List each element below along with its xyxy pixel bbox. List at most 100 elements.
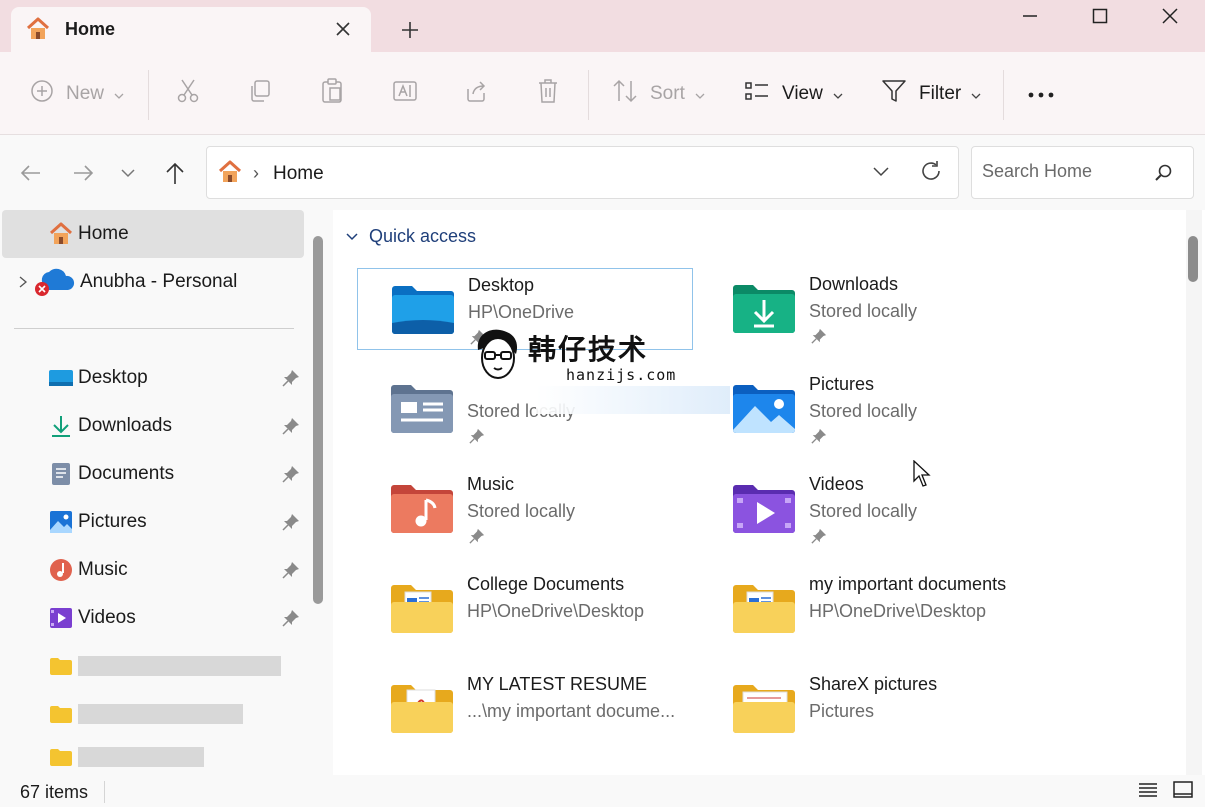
more-options-button[interactable] bbox=[1028, 76, 1054, 112]
sidebar-item-documents[interactable]: Documents bbox=[2, 450, 304, 498]
pin-icon bbox=[282, 465, 300, 489]
tile-location: Stored locally bbox=[809, 401, 918, 421]
view-button[interactable]: View bbox=[744, 76, 843, 112]
sidebar-scrollbar[interactable] bbox=[313, 236, 323, 604]
sidebar-item-videos[interactable]: Videos bbox=[2, 594, 304, 642]
documents-icon bbox=[48, 461, 74, 487]
search-input[interactable] bbox=[982, 161, 1142, 182]
expand-chevron-icon[interactable] bbox=[18, 275, 32, 289]
new-tab-icon[interactable] bbox=[396, 16, 424, 44]
chevron-down-icon bbox=[971, 83, 981, 105]
content-scrollbar[interactable] bbox=[1186, 210, 1202, 775]
tile-location: Stored locally bbox=[809, 301, 918, 321]
folder-icon bbox=[48, 744, 74, 770]
refresh-icon[interactable] bbox=[919, 159, 943, 186]
command-bar: New Sort View Filter bbox=[0, 52, 1205, 135]
address-row: › Home bbox=[0, 136, 1205, 210]
plus-circle-icon bbox=[30, 79, 54, 109]
search-icon[interactable] bbox=[1154, 163, 1174, 186]
tile-location: Pictures bbox=[809, 701, 875, 721]
maximize-icon[interactable] bbox=[1065, 0, 1135, 32]
sidebar-item-music[interactable]: Music bbox=[2, 546, 304, 594]
tile-pictures[interactable]: Pictures Stored locally bbox=[699, 368, 1035, 450]
sidebar-item-label: Music bbox=[78, 559, 128, 580]
redacted-label bbox=[78, 704, 243, 724]
tile-my-latest-resume[interactable]: MY LATEST RESUME ...\my important docume… bbox=[357, 668, 693, 750]
tiles-view-icon[interactable] bbox=[1172, 779, 1196, 803]
sidebar-item-redacted-folder[interactable] bbox=[2, 690, 304, 738]
sidebar-item-desktop[interactable]: Desktop bbox=[2, 354, 304, 402]
recent-locations-chevron-icon[interactable] bbox=[118, 160, 146, 188]
pin-icon bbox=[469, 528, 485, 547]
quick-access-header[interactable]: Quick access bbox=[345, 226, 476, 247]
tile-name: ShareX pictures bbox=[809, 674, 938, 694]
tile-location: HP\OneDrive\Desktop bbox=[467, 601, 645, 621]
navigation-pane: Home Anubha - Personal Desktop Downloads… bbox=[0, 210, 330, 775]
close-tab-icon[interactable] bbox=[331, 17, 355, 41]
tile-music[interactable]: Music Stored locally bbox=[357, 468, 693, 550]
pin-icon bbox=[282, 513, 300, 537]
onedrive-error-icon bbox=[32, 268, 76, 296]
up-arrow-icon[interactable] bbox=[162, 160, 190, 188]
tile-name: MY LATEST RESUME bbox=[467, 674, 648, 694]
sidebar-item-label: Anubha - Personal bbox=[80, 271, 238, 292]
share-button[interactable] bbox=[464, 76, 488, 112]
paste-button[interactable] bbox=[320, 76, 344, 112]
back-arrow-icon[interactable] bbox=[18, 160, 46, 188]
tile-name: Desktop bbox=[468, 275, 535, 295]
sort-button[interactable]: Sort bbox=[612, 76, 705, 112]
new-button[interactable]: New bbox=[30, 76, 124, 112]
address-bar[interactable]: › Home bbox=[206, 146, 959, 199]
sidebar-item-redacted-folder[interactable] bbox=[2, 642, 304, 690]
delete-button[interactable] bbox=[536, 76, 560, 112]
filter-button[interactable]: Filter bbox=[881, 76, 981, 112]
rename-button[interactable] bbox=[392, 76, 418, 112]
breadcrumb-home[interactable]: Home bbox=[273, 163, 324, 185]
home-icon bbox=[48, 221, 74, 247]
close-window-icon[interactable] bbox=[1135, 0, 1205, 32]
sidebar-item-onedrive[interactable]: Anubha - Personal bbox=[2, 258, 304, 306]
home-icon bbox=[217, 160, 243, 187]
tile-sharex-pictures[interactable]: ShareX pictures Pictures bbox=[699, 668, 1035, 750]
tile-location: HP\OneDrive bbox=[468, 302, 575, 322]
music-icon bbox=[48, 557, 74, 583]
chevron-down-icon bbox=[345, 226, 359, 247]
status-divider bbox=[104, 781, 105, 803]
details-view-icon[interactable] bbox=[1137, 779, 1161, 803]
downloads-folder-icon bbox=[731, 280, 797, 336]
cut-button[interactable] bbox=[176, 76, 200, 112]
tab-home[interactable]: Home bbox=[11, 7, 371, 52]
rename-icon bbox=[392, 79, 418, 109]
scrollbar-thumb[interactable] bbox=[1188, 236, 1198, 282]
sidebar-item-downloads[interactable]: Downloads bbox=[2, 402, 304, 450]
sidebar-item-label: Home bbox=[78, 223, 129, 244]
sidebar-item-home[interactable]: Home bbox=[2, 210, 304, 258]
watermark-url: hanzijs.com bbox=[566, 366, 677, 384]
sidebar-item-label: Downloads bbox=[78, 415, 172, 436]
tile-college-documents[interactable]: College Documents HP\OneDrive\Desktop bbox=[357, 568, 693, 650]
pin-icon bbox=[811, 528, 827, 547]
minimize-icon[interactable] bbox=[995, 0, 1065, 32]
forward-arrow-icon[interactable] bbox=[70, 160, 98, 188]
tile-videos[interactable]: Videos Stored locally bbox=[699, 468, 1035, 550]
tile-name: Pictures bbox=[809, 374, 875, 394]
tile-name: College Documents bbox=[467, 574, 625, 594]
tab-title: Home bbox=[65, 19, 116, 39]
address-dropdown-icon[interactable] bbox=[871, 161, 891, 184]
sidebar-item-redacted-folder[interactable] bbox=[2, 738, 304, 775]
toolbar-divider bbox=[588, 70, 589, 120]
pin-icon bbox=[469, 428, 485, 447]
pin-icon bbox=[282, 417, 300, 441]
status-bar: 67 items bbox=[0, 775, 1205, 807]
redacted-label bbox=[78, 656, 281, 676]
tile-my-important-documents[interactable]: my important documents HP\OneDrive\Deskt… bbox=[699, 568, 1035, 650]
search-box[interactable] bbox=[971, 146, 1194, 199]
copy-button[interactable] bbox=[248, 76, 272, 112]
music-folder-icon bbox=[389, 480, 455, 536]
sidebar-item-pictures[interactable]: Pictures bbox=[2, 498, 304, 546]
folder-icon bbox=[48, 701, 74, 727]
tile-downloads[interactable]: Downloads Stored locally bbox=[699, 268, 1035, 350]
tile-name: Downloads bbox=[809, 274, 899, 294]
pictures-icon bbox=[48, 509, 74, 535]
documents-folder-icon bbox=[389, 380, 455, 436]
